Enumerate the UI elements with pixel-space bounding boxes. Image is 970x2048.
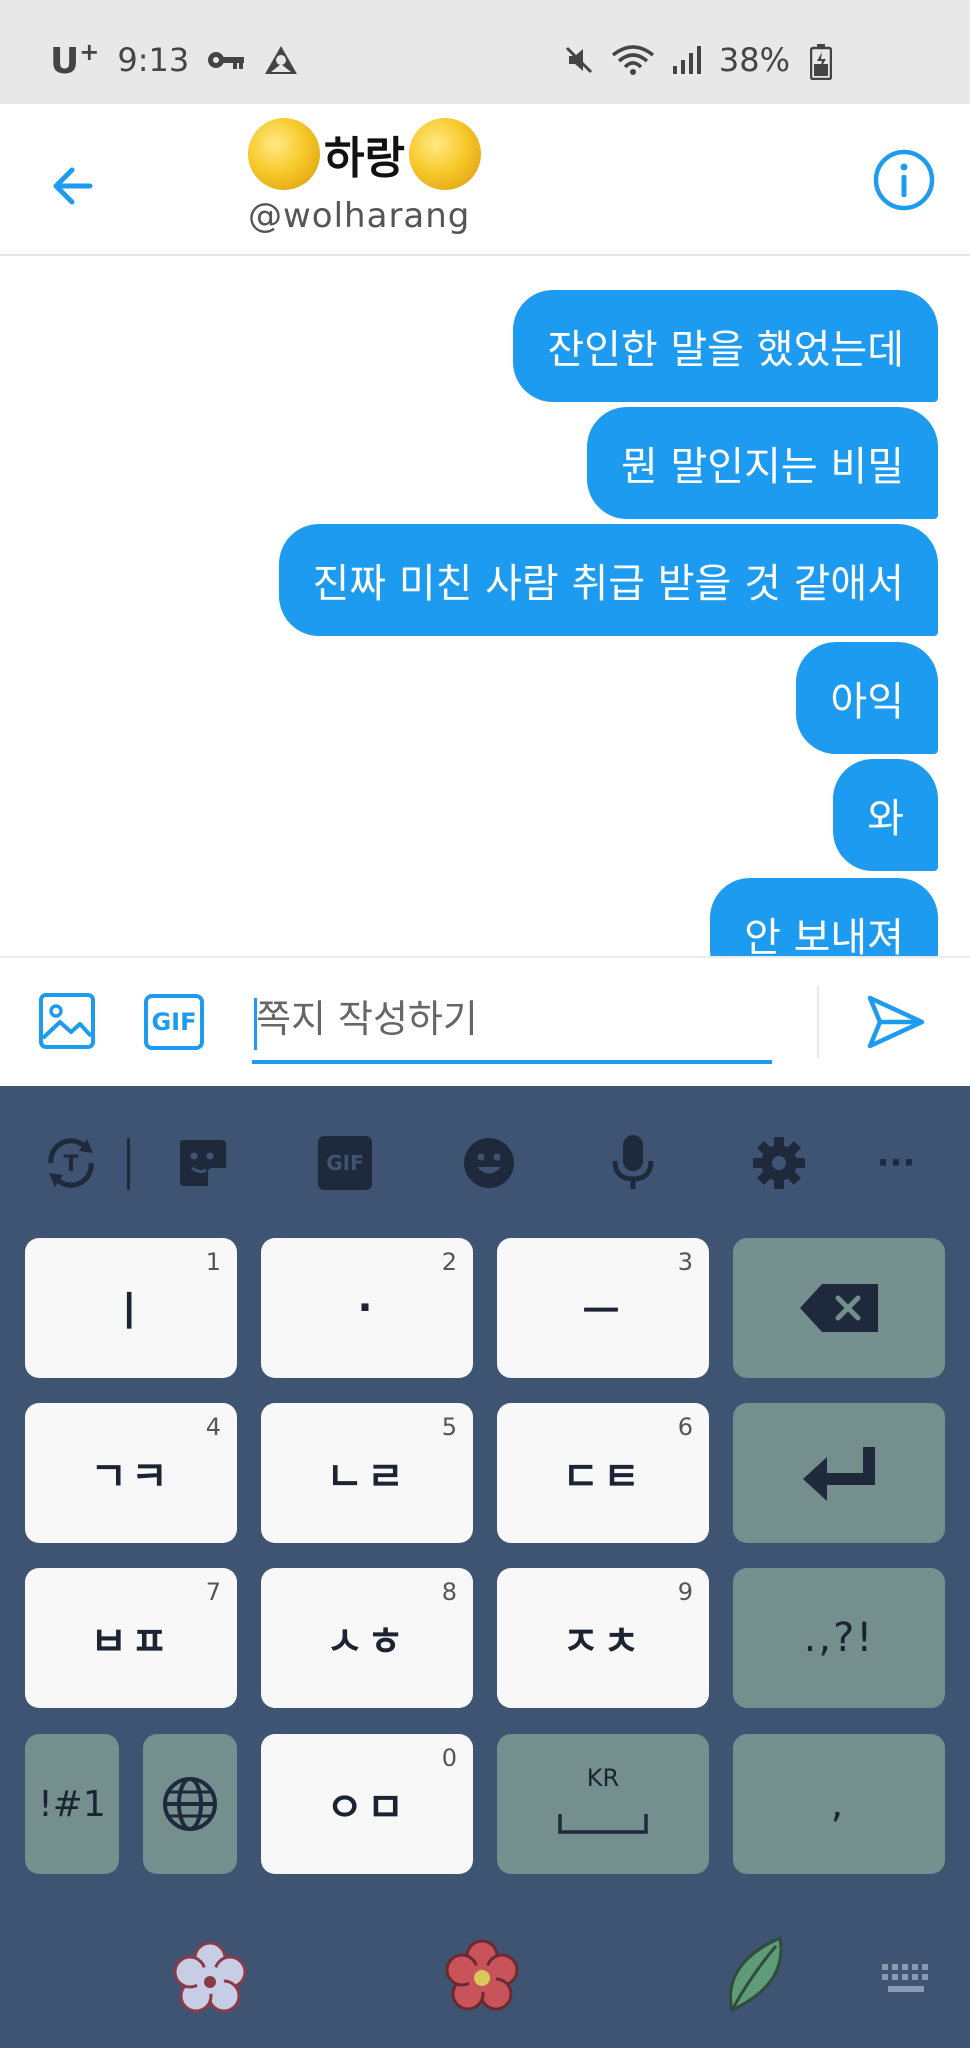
message-bubble[interactable]: 아익 [796, 642, 938, 754]
more-options-button[interactable]: ··· [868, 1128, 924, 1198]
battery-icon [810, 44, 832, 80]
key-4[interactable]: ㄱㅋ 4 [25, 1403, 237, 1543]
translate-icon[interactable]: T [38, 1128, 104, 1198]
contact-name: 하랑 [324, 133, 405, 184]
comma-key[interactable]: , [733, 1734, 945, 1874]
battery-percent: 38% [718, 41, 790, 79]
globe-icon [163, 1777, 217, 1831]
key-label: .,?! [803, 1615, 875, 1661]
moon-emoji-icon [248, 118, 320, 190]
contact-name-row[interactable]: 하랑 [248, 118, 481, 190]
backspace-key[interactable] [733, 1238, 945, 1378]
key-number: 7 [205, 1578, 221, 1606]
key-icon [208, 52, 245, 69]
signal-icon [672, 46, 701, 74]
key-5[interactable]: ㄴㄹ 5 [261, 1403, 473, 1543]
hiking-app-icon [265, 46, 298, 74]
key-number: 1 [205, 1248, 221, 1276]
compose-bar: GIF [0, 956, 970, 1086]
keyboard-hide-icon[interactable] [880, 1962, 936, 1996]
enter-icon [803, 1447, 875, 1501]
key-number: 4 [205, 1413, 221, 1441]
key-number: 9 [677, 1578, 693, 1606]
message-input[interactable] [252, 978, 772, 1060]
space-bar-icon [558, 1814, 648, 1834]
symbols-key[interactable]: !#1 [25, 1734, 119, 1874]
text-cursor [254, 998, 257, 1050]
back-arrow-icon[interactable] [40, 150, 112, 222]
mute-icon [565, 46, 592, 74]
key-number: 2 [441, 1248, 457, 1276]
punctuation-key[interactable]: .,?! [733, 1568, 945, 1708]
sticker-icon[interactable] [170, 1128, 236, 1198]
key-8[interactable]: ㅅㅎ 8 [261, 1568, 473, 1708]
settings-gear-icon[interactable] [746, 1128, 812, 1198]
clock: 9:13 [117, 41, 190, 79]
contact-handle: @wolharang [248, 196, 471, 236]
leaf-icon [729, 1935, 783, 2013]
enter-key[interactable] [733, 1403, 945, 1543]
svg-text:T: T [63, 1152, 78, 1177]
message-bubble[interactable]: 진짜 미친 사람 취급 받을 것 같애서 [278, 524, 938, 636]
conversation-header: 하랑 @wolharang [0, 104, 970, 256]
key-2[interactable]: · 2 [261, 1238, 473, 1378]
key-number: 3 [677, 1248, 693, 1276]
gif-label: GIF [318, 1136, 372, 1190]
key-number: 5 [441, 1413, 457, 1441]
white-flower-icon [173, 1941, 247, 2013]
emoji-icon[interactable] [456, 1128, 522, 1198]
keyboard-gif-button[interactable]: GIF [312, 1128, 378, 1198]
backspace-icon [800, 1284, 878, 1332]
key-label: !#1 [38, 1783, 106, 1825]
key-number: 6 [677, 1413, 693, 1441]
carrier-label: U+ [50, 38, 100, 82]
message-bubble[interactable]: 잔인한 말을 했었는데 [513, 290, 938, 402]
moon-emoji-icon [408, 118, 481, 190]
info-icon[interactable] [872, 148, 936, 212]
red-flower-icon [445, 1939, 519, 2011]
send-icon[interactable] [864, 990, 928, 1054]
key-number: 8 [441, 1578, 457, 1606]
keyboard-bottom-bar [0, 1912, 970, 2048]
key-number: 0 [441, 1744, 457, 1772]
toolbar-divider [127, 1138, 130, 1190]
wifi-icon [611, 45, 654, 75]
message-input-field[interactable] [252, 978, 772, 1064]
status-bar: U+ 9:13 38% [0, 0, 970, 104]
keyboard: T GIF ··· ㅣ 1 · 2 ㅡ 3 ㄱㅋ 4 ㄴㄹ 5 ㄷㅌ 6 ㅂㅍ … [0, 1086, 970, 2048]
key-3[interactable]: ㅡ 3 [497, 1238, 709, 1378]
space-key[interactable]: KR [497, 1734, 709, 1874]
language-globe-key[interactable] [143, 1734, 237, 1874]
message-list[interactable]: 잔인한 말을 했었는데 뭔 말인지는 비밀 진짜 미친 사람 취급 받을 것 같… [0, 256, 970, 956]
divider [817, 986, 819, 1058]
gif-button[interactable]: GIF [144, 994, 204, 1050]
key-1[interactable]: ㅣ 1 [25, 1238, 237, 1378]
key-7[interactable]: ㅂㅍ 7 [25, 1568, 237, 1708]
message-bubble[interactable]: 안 보내져 [710, 878, 938, 956]
key-9[interactable]: ㅈㅊ 9 [497, 1568, 709, 1708]
microphone-icon[interactable] [600, 1128, 666, 1198]
key-6[interactable]: ㄷㅌ 6 [497, 1403, 709, 1543]
message-bubble[interactable]: 뭔 말인지는 비밀 [586, 407, 938, 519]
key-label: , [830, 1781, 848, 1827]
space-language-label: KR [586, 1764, 620, 1792]
message-bubble[interactable]: 와 [833, 759, 938, 871]
key-0[interactable]: ㅇㅁ 0 [261, 1734, 473, 1874]
image-icon[interactable] [38, 992, 96, 1050]
